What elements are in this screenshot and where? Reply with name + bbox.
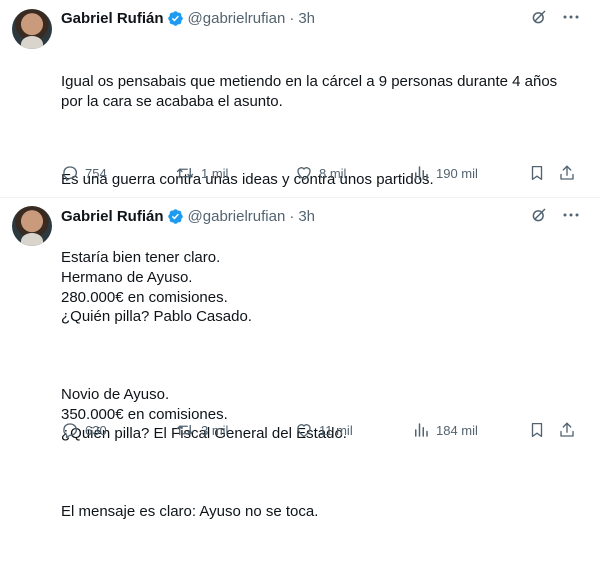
reply-icon (63, 423, 78, 439)
views-button[interactable]: 184 mil (412, 421, 478, 439)
views-count: 190 mil (436, 165, 478, 181)
text-line: por la cara se acababa el asunto. (61, 92, 283, 110)
repost-icon (176, 167, 194, 179)
tweet-paragraph: Hermano de Ayuso. 280.000€ en comisiones.… (61, 268, 586, 327)
repost-button[interactable]: 1 mil (175, 164, 228, 182)
tweet-corner-actions (530, 8, 580, 26)
repost-count: 3 mil (201, 422, 229, 438)
verified-badge-icon (167, 10, 183, 26)
avatar[interactable] (12, 9, 52, 49)
repost-icon (176, 424, 194, 436)
like-button[interactable]: 11 mil (295, 421, 353, 439)
timestamp[interactable]: 3h (298, 208, 315, 225)
bookmark-icon (531, 422, 543, 438)
tweet-actions: 630 3 mil 11 mil 184 mil (61, 420, 591, 440)
share-icon (560, 422, 574, 437)
verified-badge-icon (167, 208, 183, 224)
separator-dot: · (289, 207, 295, 225)
tweet-header: Gabriel Rufián @gabrielrufian · 3h (61, 8, 315, 28)
like-count: 8 mil (319, 165, 347, 181)
grok-icon[interactable] (530, 206, 548, 224)
like-count: 11 mil (319, 422, 353, 438)
text-line: ¿Quién pilla? Pablo Casado. (61, 308, 252, 325)
separator-dot: · (289, 9, 295, 27)
views-button[interactable]: 190 mil (412, 164, 478, 182)
like-icon (297, 167, 311, 181)
tweet-actions: 754 1 mil 8 mil 190 mil (61, 163, 591, 183)
author-name[interactable]: Gabriel Rufián (61, 208, 164, 225)
text-line: El mensaje es claro: Ayuso no se toca. (61, 503, 319, 520)
tweet-feed: Gabriel Rufián @gabrielrufian · 3h Igual… (0, 0, 600, 520)
bookmark-button[interactable] (528, 421, 546, 439)
author-handle[interactable]: @gabrielrufian (188, 208, 286, 225)
text-line: Igual os pensabais que metiendo en la cá… (61, 73, 558, 90)
author-handle[interactable]: @gabrielrufian (188, 10, 286, 27)
tweet[interactable]: Gabriel Rufián @gabrielrufian · 3h Herma… (0, 198, 600, 520)
repost-button[interactable]: 3 mil (175, 421, 228, 439)
bookmark-icon (531, 165, 543, 181)
reply-icon (63, 166, 78, 182)
reply-count: 754 (85, 165, 107, 181)
views-icon (415, 166, 428, 180)
like-button[interactable]: 8 mil (295, 164, 346, 182)
share-button[interactable] (558, 421, 576, 439)
tweet-header: Gabriel Rufián @gabrielrufian · 3h (61, 206, 315, 226)
timestamp[interactable]: 3h (298, 10, 315, 27)
share-icon (560, 165, 574, 180)
tweet-corner-actions (530, 206, 580, 224)
author-name[interactable]: Gabriel Rufián (61, 10, 164, 27)
more-icon[interactable] (562, 8, 580, 26)
like-icon (297, 424, 311, 438)
reply-button[interactable]: 630 (61, 421, 107, 439)
tweet-paragraph: El mensaje es claro: Ayuso no se toca. (61, 502, 586, 522)
tweet-paragraph: Igual os pensabais que metiendo en la cá… (61, 72, 586, 111)
avatar[interactable] (12, 206, 52, 246)
grok-icon[interactable] (530, 8, 548, 26)
bookmark-button[interactable] (528, 164, 546, 182)
reply-button[interactable]: 754 (61, 164, 107, 182)
views-icon (415, 423, 428, 437)
text-line: Novio de Ayuso. (61, 386, 170, 403)
share-button[interactable] (558, 164, 576, 182)
views-count: 184 mil (436, 422, 478, 438)
reply-count: 630 (85, 422, 107, 438)
repost-count: 1 mil (201, 165, 229, 181)
more-icon[interactable] (562, 206, 580, 224)
text-line: 280.000€ en comisiones. (61, 288, 228, 306)
text-line: Hermano de Ayuso. (61, 269, 193, 286)
tweet-text: Hermano de Ayuso. 280.000€ en comisiones.… (61, 229, 586, 561)
tweet[interactable]: Gabriel Rufián @gabrielrufian · 3h Igual… (0, 0, 600, 266)
